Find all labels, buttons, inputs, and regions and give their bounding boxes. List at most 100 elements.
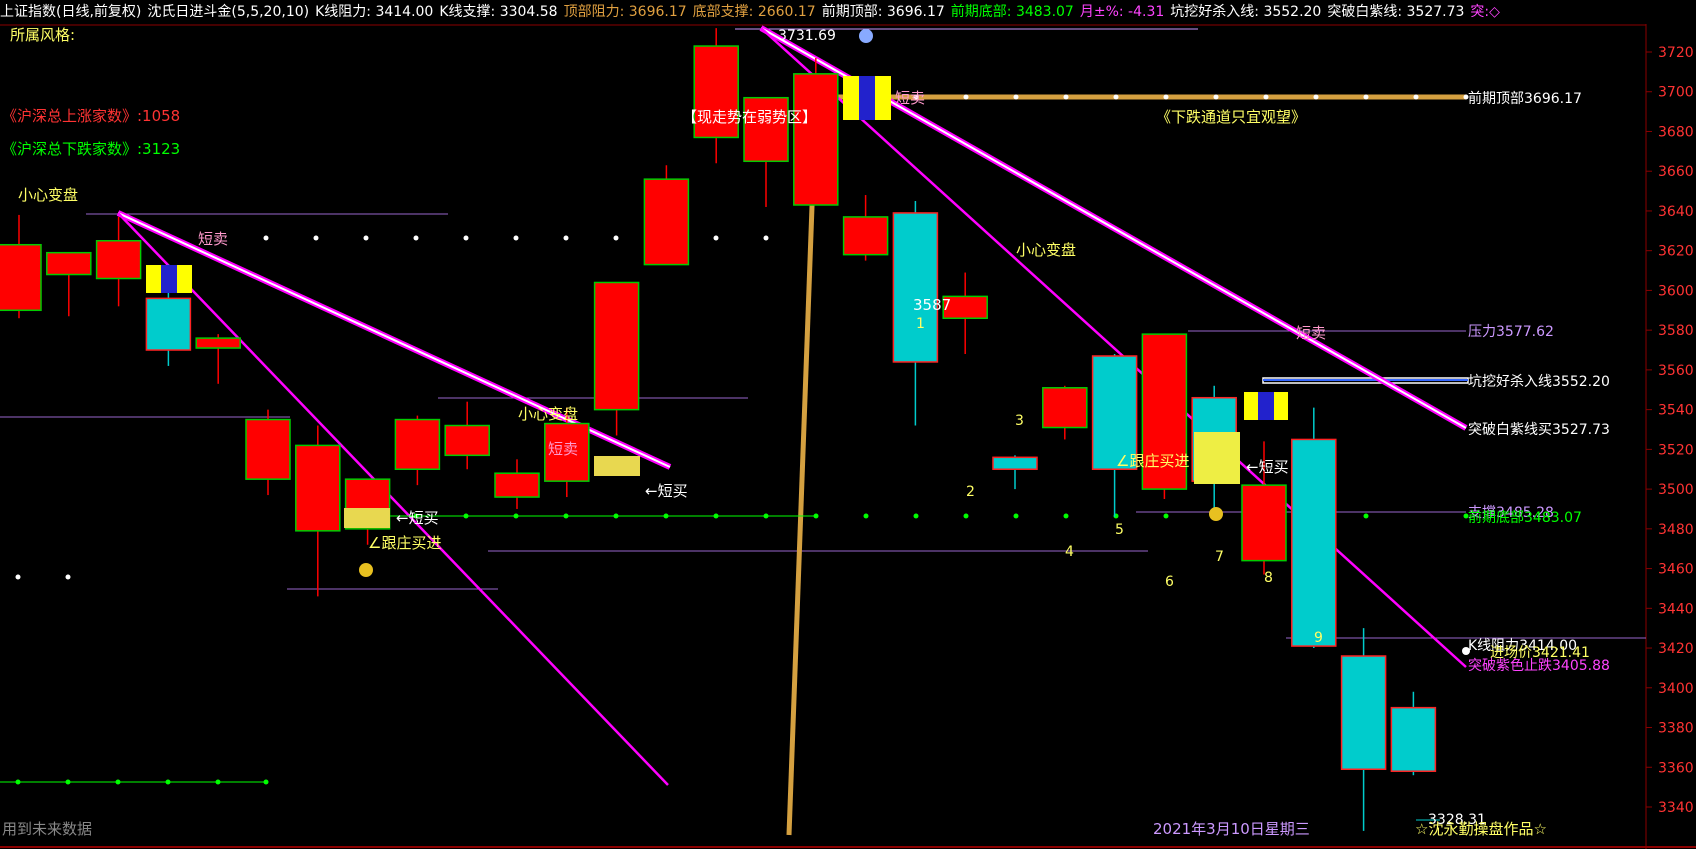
candle-body-up	[842, 216, 889, 256]
candle	[0, 214, 42, 319]
future-data-note: 用到未来数据	[2, 820, 92, 838]
pit-line-value: 坑挖好杀入线: 3552.20	[1170, 4, 1322, 20]
up-count-label: 《沪深总上涨家数》:1058	[2, 107, 180, 125]
y-tick-label: 3640	[1658, 204, 1694, 220]
short-sell-label-2: 短卖	[548, 440, 578, 458]
y-tick-label: 3600	[1658, 283, 1694, 299]
wave-count-9: 9	[1314, 630, 1323, 646]
signal-dots	[0, 94, 1470, 785]
candle	[693, 28, 739, 164]
candle-body-up	[195, 337, 241, 349]
candle-body-up	[95, 240, 142, 280]
style-label: 所属风格:	[10, 26, 75, 44]
y-tick-label: 3420	[1658, 641, 1694, 657]
y-tick-label: 3360	[1658, 760, 1694, 776]
y-tick-label: 3520	[1658, 442, 1694, 458]
price-axis: 3720 3700 3680 3660 3640 3620 3600 3580 3560 3540…	[1645, 24, 1694, 849]
y-tick-label: 3580	[1658, 323, 1694, 339]
candle	[195, 334, 241, 384]
candle	[1340, 628, 1387, 831]
candle	[245, 409, 291, 496]
right-label-break-white: 突破白紫线买3527.73	[1468, 422, 1610, 438]
y-tick-label: 3400	[1658, 681, 1694, 697]
right-label-prev-top: 前期顶部3696.17	[1468, 90, 1582, 107]
indicator-header: 上证指数(日线,前复权) 沈氏日进斗金(5,5,20,10) K线阻力: 3414.…	[0, 0, 1646, 24]
candle	[842, 195, 889, 261]
index-name[interactable]: 上证指数(日线,前复权)	[0, 4, 141, 20]
month-pct-value: 月±%: -4.31	[1079, 4, 1165, 20]
candle-body-up	[643, 178, 690, 266]
indicator-name[interactable]: 沈氏日进斗金(5,5,20,10)	[147, 4, 309, 20]
follow-buy-label-2: ∠跟庄买进	[1116, 452, 1189, 470]
follow-buy-label-1: ∠跟庄买进	[368, 534, 441, 552]
candle	[444, 401, 490, 470]
candle	[394, 415, 441, 486]
short-buy-label-1: ←短买	[396, 509, 439, 527]
panel-divider	[0, 846, 1696, 848]
wave-count-2: 2	[966, 484, 975, 500]
y-tick-label: 3380	[1658, 721, 1694, 737]
y-axis-ticks: 3720 3700 3680 3660 3640 3620 3600 3580 3560 3540…	[1646, 45, 1694, 816]
short-sell-label-4: 短卖	[1296, 324, 1326, 342]
y-tick-label: 3620	[1658, 244, 1694, 260]
candle	[992, 455, 1038, 490]
y-tick-label: 3480	[1658, 522, 1694, 538]
candle-body-up	[1042, 387, 1088, 429]
candle-body-up	[394, 418, 441, 470]
right-label-purple-stop: 突破紫色止跌3405.88	[1468, 657, 1610, 674]
candle-body-up	[46, 251, 92, 276]
candle-body-up	[444, 424, 490, 457]
y-tick-label: 3680	[1658, 124, 1694, 140]
wave-count-4: 4	[1065, 544, 1074, 560]
candle-body-down	[1390, 706, 1437, 772]
candle	[295, 425, 341, 597]
y-tick-label: 3340	[1658, 800, 1694, 816]
down-channel-label: 《下跌通道只宜观望》	[1156, 108, 1306, 126]
candle-body-down	[1340, 655, 1387, 770]
candle	[1042, 385, 1088, 440]
wave-count-8: 8	[1264, 570, 1273, 586]
candle-body-up	[793, 73, 839, 206]
y-tick-label: 3460	[1658, 562, 1694, 578]
wave-count-1: 1	[916, 316, 925, 332]
candle-body-down	[992, 456, 1038, 470]
short-buy-label-2: ←短买	[645, 482, 688, 500]
prev-bottom-value: 前期底部: 3483.07	[950, 4, 1074, 20]
weak-zone-label: 【现走势在弱势区】	[682, 108, 817, 126]
candle-body-up	[494, 472, 540, 498]
candle	[593, 281, 640, 436]
right-label-prev-bottom: 前期底部3483.07	[1468, 509, 1582, 526]
candle-body-up	[593, 281, 640, 411]
y-tick-label: 3440	[1658, 601, 1694, 617]
right-label-pit-line: 坑挖好杀入线3552.20	[1468, 374, 1610, 390]
y-tick-label: 3660	[1658, 164, 1694, 180]
candle	[1141, 333, 1188, 500]
y-tick-label: 3700	[1658, 85, 1694, 101]
break-white-value: 突破白紫线: 3527.73	[1327, 4, 1465, 20]
candle	[46, 251, 92, 317]
candle-body-down	[892, 212, 939, 363]
candle-body-up	[295, 444, 341, 532]
wave-count-5: 5	[1115, 522, 1124, 538]
candle	[494, 459, 540, 509]
k-support-value: K线支撑: 3304.58	[439, 4, 558, 20]
candle-body-up	[245, 418, 291, 480]
high-price-label: 3731.69	[778, 28, 836, 44]
candle-body-up	[1241, 484, 1287, 562]
y-tick-label: 3720	[1658, 45, 1694, 61]
bottom-support-value: 底部支撑: 2660.17	[692, 4, 816, 20]
y-tick-label: 3540	[1658, 403, 1694, 419]
caution-label-3: 小心变盘	[1016, 241, 1076, 259]
wave-count-6: 6	[1165, 574, 1174, 590]
candle	[793, 57, 839, 206]
candle	[1390, 691, 1437, 776]
candle-body-down	[1291, 438, 1337, 647]
top-resist-value: 顶部阻力: 3696.17	[563, 4, 687, 20]
wave-count-7: 7	[1215, 549, 1224, 565]
candlestick-chart[interactable]: 3720 3700 3680 3660 3640 3620 3600 3580 3560 3540…	[0, 0, 1696, 849]
date-label: 2021年3月10日星期三	[1153, 820, 1310, 838]
short-sell-label-3: 短卖	[895, 89, 925, 107]
header-tail: 突:◇	[1470, 4, 1500, 20]
down-count-label: 《沪深总下跌家数》:3123	[2, 140, 180, 158]
signature-label: ☆沈永勤操盘作品☆	[1415, 820, 1547, 838]
